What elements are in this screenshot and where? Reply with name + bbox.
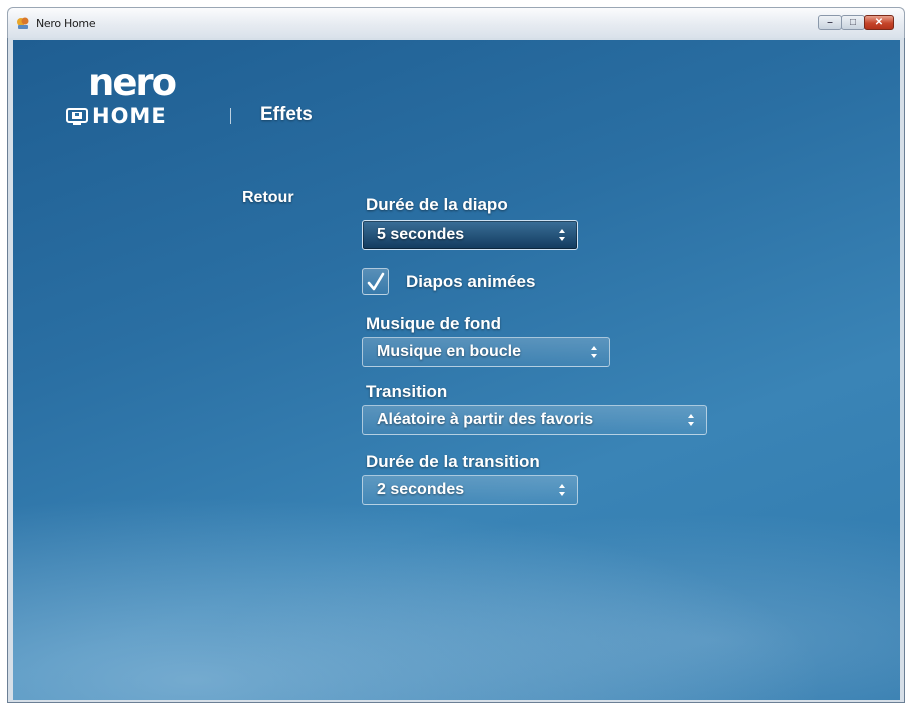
- header-separator: [230, 108, 231, 124]
- select-arrows-icon: [591, 346, 597, 358]
- select-arrows-icon: [559, 484, 565, 496]
- background-music-select[interactable]: Musique en boucle: [362, 337, 610, 367]
- window-title: Nero Home: [36, 17, 96, 30]
- app-icon: [17, 17, 29, 29]
- transition-duration-select[interactable]: 2 secondes: [362, 475, 578, 505]
- background-music-label: Musique de fond: [366, 314, 502, 333]
- minimize-icon: –: [827, 16, 833, 28]
- background-music-value: Musique en boucle: [377, 343, 522, 360]
- maximize-icon: □: [849, 16, 857, 28]
- content-area: nero HOME Effets Retour Durée de la diap…: [13, 40, 900, 700]
- select-arrows-icon: [688, 414, 694, 426]
- back-link[interactable]: Retour: [242, 189, 294, 207]
- animated-slides-checkbox[interactable]: [362, 268, 389, 295]
- home-screen-icon: [66, 107, 88, 125]
- close-icon: ✕: [874, 16, 884, 28]
- select-arrows-icon: [559, 229, 565, 241]
- transition-label: Transition: [366, 382, 448, 401]
- transition-duration-label: Durée de la transition: [366, 452, 540, 471]
- slide-duration-label: Durée de la diapo: [366, 195, 508, 214]
- close-button[interactable]: ✕: [864, 15, 894, 30]
- transition-duration-value: 2 secondes: [377, 481, 465, 498]
- checkmark-icon: [367, 272, 385, 291]
- page-title: Effets: [260, 104, 313, 125]
- slide-duration-select[interactable]: 5 secondes: [362, 220, 578, 250]
- logo-home-text: HOME: [92, 104, 167, 128]
- animated-slides-label[interactable]: Diapos animées: [406, 272, 535, 292]
- logo-home: HOME: [66, 106, 167, 127]
- transition-value: Aléatoire à partir des favoris: [377, 411, 594, 428]
- app-window: Nero Home – □ ✕ nero HOME Effets Retour …: [0, 0, 912, 709]
- logo-nero-text: nero: [88, 61, 177, 104]
- title-bar[interactable]: Nero Home – □ ✕: [7, 7, 905, 39]
- maximize-button[interactable]: □: [841, 15, 865, 30]
- minimize-button[interactable]: –: [818, 15, 842, 30]
- slide-duration-value: 5 secondes: [377, 226, 465, 243]
- transition-select[interactable]: Aléatoire à partir des favoris: [362, 405, 707, 435]
